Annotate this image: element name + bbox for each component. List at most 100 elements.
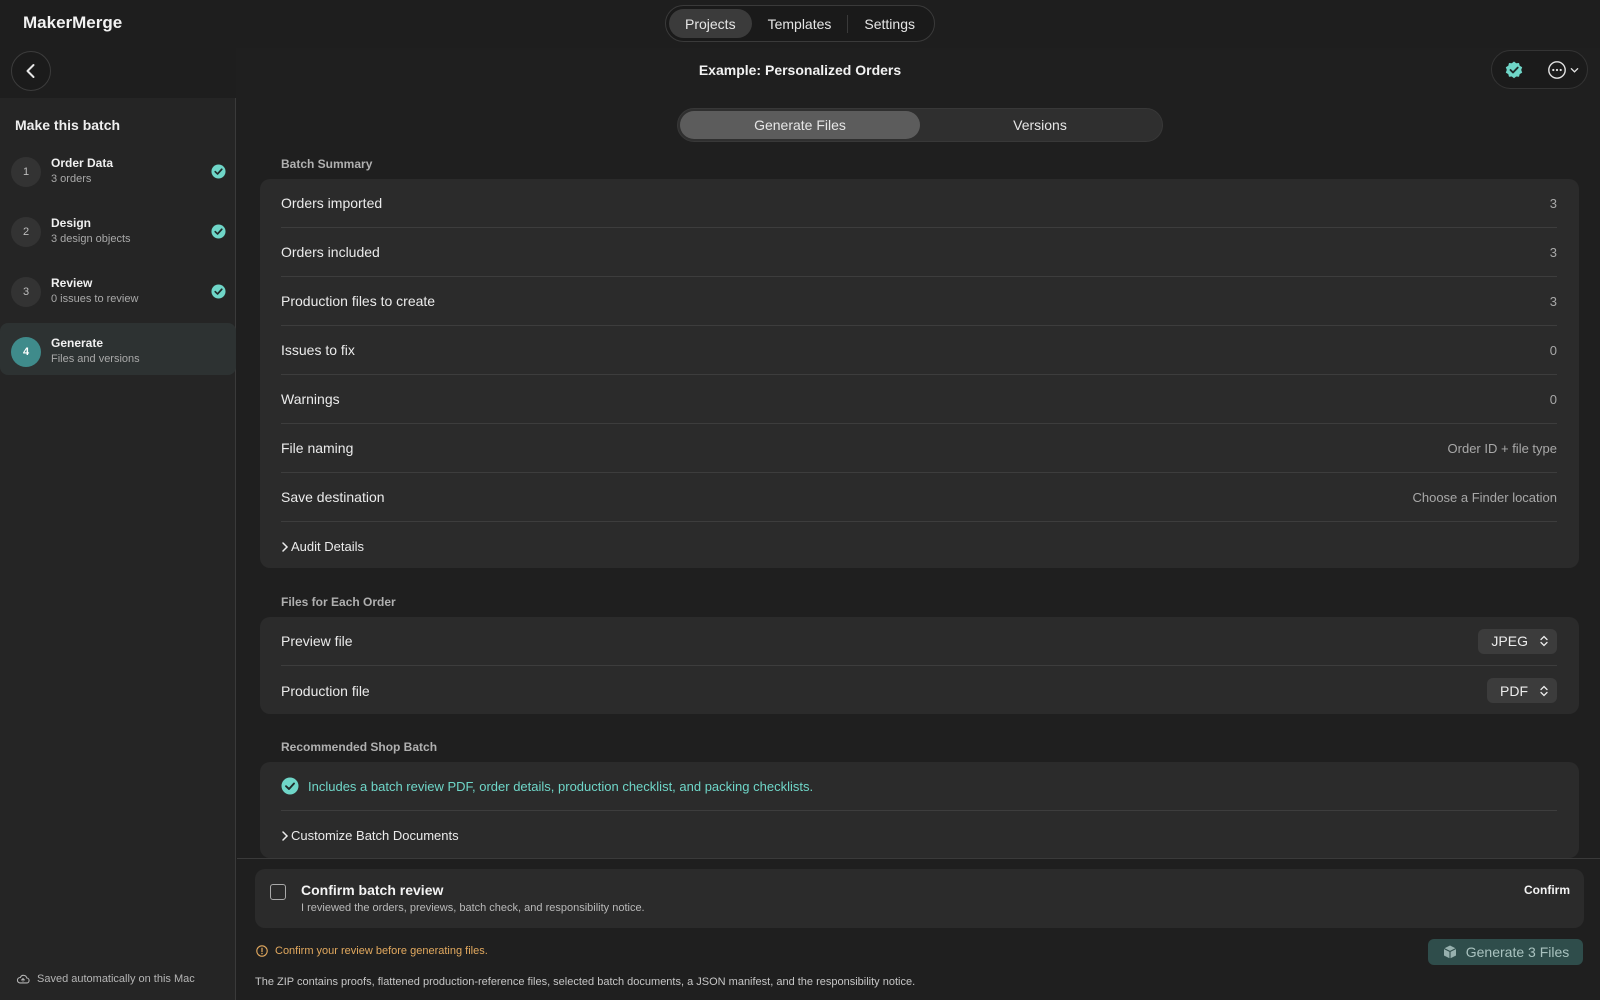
customize-batch-label: Customize Batch Documents bbox=[291, 828, 459, 843]
step-number: 1 bbox=[11, 157, 41, 187]
row-label: Warnings bbox=[281, 391, 340, 407]
chevron-down-icon[interactable] bbox=[1570, 66, 1579, 75]
included-note: Includes a batch review PDF, order detai… bbox=[281, 777, 813, 795]
audit-details-label: Audit Details bbox=[291, 539, 364, 554]
tab-versions[interactable]: Versions bbox=[920, 111, 1160, 139]
checkmark-icon bbox=[281, 777, 299, 795]
more-options-icon[interactable] bbox=[1547, 60, 1567, 80]
summary-row: Warnings 0 bbox=[281, 375, 1557, 424]
audit-details-row: Audit Details bbox=[281, 522, 1557, 571]
files-each-order-heading: Files for Each Order bbox=[281, 595, 396, 609]
checkmark-icon bbox=[211, 164, 226, 179]
package-icon bbox=[1443, 945, 1456, 959]
preview-format-select[interactable]: JPEG bbox=[1478, 628, 1557, 654]
step-subtitle: Files and versions bbox=[51, 353, 140, 365]
row-value: 3 bbox=[1549, 195, 1557, 211]
sidebar-step-review[interactable]: 3 Review 0 issues to review bbox=[0, 267, 236, 319]
row-value: Order ID + file type bbox=[1447, 440, 1557, 456]
verified-badge-icon[interactable] bbox=[1504, 60, 1524, 80]
footer-divider bbox=[237, 858, 1600, 859]
main-tabs: Generate Files Versions bbox=[677, 108, 1163, 142]
summary-row: File naming Order ID + file type bbox=[281, 424, 1557, 473]
row-value: 3 bbox=[1549, 244, 1557, 260]
autosave-status: Saved automatically on this Mac bbox=[16, 972, 195, 986]
summary-row: Issues to fix 0 bbox=[281, 326, 1557, 375]
shop-batch-heading: Recommended Shop Batch bbox=[281, 740, 438, 754]
batch-summary-card: Orders imported 3 Orders included 3 Prod… bbox=[260, 179, 1579, 568]
step-subtitle: 3 orders bbox=[51, 173, 92, 185]
step-subtitle: 0 issues to review bbox=[51, 293, 139, 305]
step-title: Generate bbox=[51, 336, 104, 350]
checkmark-icon bbox=[211, 224, 226, 239]
sidebar-step-order-data[interactable]: 1 Order Data 3 orders bbox=[0, 147, 236, 199]
tab-settings[interactable]: Settings bbox=[848, 9, 931, 38]
step-title: Order Data bbox=[51, 156, 114, 170]
confirm-review-checkbox[interactable] bbox=[270, 884, 286, 900]
production-format-select[interactable]: PDF bbox=[1487, 678, 1557, 703]
step-title: Design bbox=[51, 216, 92, 230]
top-bar: MakerMerge Projects Templates Settings bbox=[0, 0, 1600, 48]
autosave-text: Saved automatically on this Mac bbox=[37, 973, 195, 985]
confirm-review-title: Confirm batch review bbox=[301, 882, 444, 898]
review-warning-text: Confirm your review before generating fi… bbox=[275, 945, 488, 957]
generate-files-label: Generate 3 Files bbox=[1465, 944, 1570, 960]
chevron-left-icon bbox=[26, 64, 35, 78]
production-file-row: Production file PDF bbox=[281, 666, 1557, 715]
row-label: Save destination bbox=[281, 489, 385, 505]
summary-row: Production files to create 3 bbox=[281, 277, 1557, 326]
zip-contents-note: The ZIP contains proofs, flattened produ… bbox=[255, 976, 916, 988]
confirm-button[interactable]: Confirm bbox=[1524, 883, 1570, 897]
sidebar: Make this batch 1 Order Data 3 orders 2 … bbox=[0, 48, 236, 1000]
shop-batch-included-row: Includes a batch review PDF, order detai… bbox=[281, 762, 1557, 811]
chevron-right-icon bbox=[282, 830, 289, 841]
summary-row: Save destination Choose a Finder locatio… bbox=[281, 473, 1557, 522]
row-value: 0 bbox=[1549, 342, 1557, 358]
info-circle-icon bbox=[256, 945, 268, 957]
updown-chevron-icon bbox=[1540, 685, 1548, 696]
customize-batch-disclosure[interactable]: Customize Batch Documents bbox=[281, 828, 459, 843]
row-label: File naming bbox=[281, 440, 354, 456]
top-nav: Projects Templates Settings bbox=[665, 5, 935, 42]
sidebar-heading: Make this batch bbox=[15, 117, 121, 133]
row-value: Choose a Finder location bbox=[1412, 489, 1557, 505]
updown-chevron-icon bbox=[1540, 635, 1548, 647]
confirm-review-subtitle: I reviewed the orders, previews, batch c… bbox=[301, 902, 645, 914]
row-value: 0 bbox=[1549, 391, 1557, 407]
header-actions bbox=[1491, 50, 1588, 89]
main-header: Example: Personalized Orders bbox=[237, 48, 1600, 92]
select-value: PDF bbox=[1500, 682, 1528, 699]
back-button[interactable] bbox=[11, 51, 51, 91]
step-subtitle: 3 design objects bbox=[51, 233, 131, 245]
step-title: Review bbox=[51, 276, 93, 290]
confirm-review-card: Confirm batch review I reviewed the orde… bbox=[255, 869, 1584, 928]
document-title: Example: Personalized Orders bbox=[698, 62, 902, 78]
app-title: MakerMerge bbox=[23, 13, 123, 32]
review-warning: Confirm your review before generating fi… bbox=[256, 945, 488, 957]
cloud-icon bbox=[16, 974, 30, 984]
step-number: 4 bbox=[11, 337, 41, 367]
customize-batch-row: Customize Batch Documents bbox=[281, 811, 1557, 860]
summary-row: Orders imported 3 bbox=[281, 179, 1557, 228]
row-value: 3 bbox=[1549, 293, 1557, 309]
step-number: 3 bbox=[11, 277, 41, 307]
shop-batch-card: Includes a batch review PDF, order detai… bbox=[260, 762, 1579, 858]
included-text: Includes a batch review PDF, order detai… bbox=[308, 778, 814, 794]
batch-summary-heading: Batch Summary bbox=[281, 157, 373, 171]
tab-generate-files[interactable]: Generate Files bbox=[680, 111, 920, 139]
sidebar-step-design[interactable]: 2 Design 3 design objects bbox=[0, 207, 236, 259]
row-label: Preview file bbox=[281, 633, 353, 649]
tab-templates[interactable]: Templates bbox=[752, 9, 848, 38]
row-label: Issues to fix bbox=[281, 342, 355, 358]
generate-files-button[interactable]: Generate 3 Files bbox=[1428, 939, 1583, 965]
step-number: 2 bbox=[11, 217, 41, 247]
select-value: JPEG bbox=[1491, 633, 1528, 649]
preview-file-row: Preview file JPEG bbox=[281, 617, 1557, 666]
tab-projects[interactable]: Projects bbox=[669, 9, 752, 38]
files-each-order-card: Preview file JPEG Production file PDF bbox=[260, 617, 1579, 714]
row-label: Orders imported bbox=[281, 195, 383, 211]
sidebar-step-generate[interactable]: 4 Generate Files and versions bbox=[0, 323, 236, 375]
audit-details-disclosure[interactable]: Audit Details bbox=[281, 539, 364, 554]
row-label: Production file bbox=[281, 682, 370, 699]
row-label: Orders included bbox=[281, 244, 380, 260]
checkmark-icon bbox=[211, 284, 226, 299]
